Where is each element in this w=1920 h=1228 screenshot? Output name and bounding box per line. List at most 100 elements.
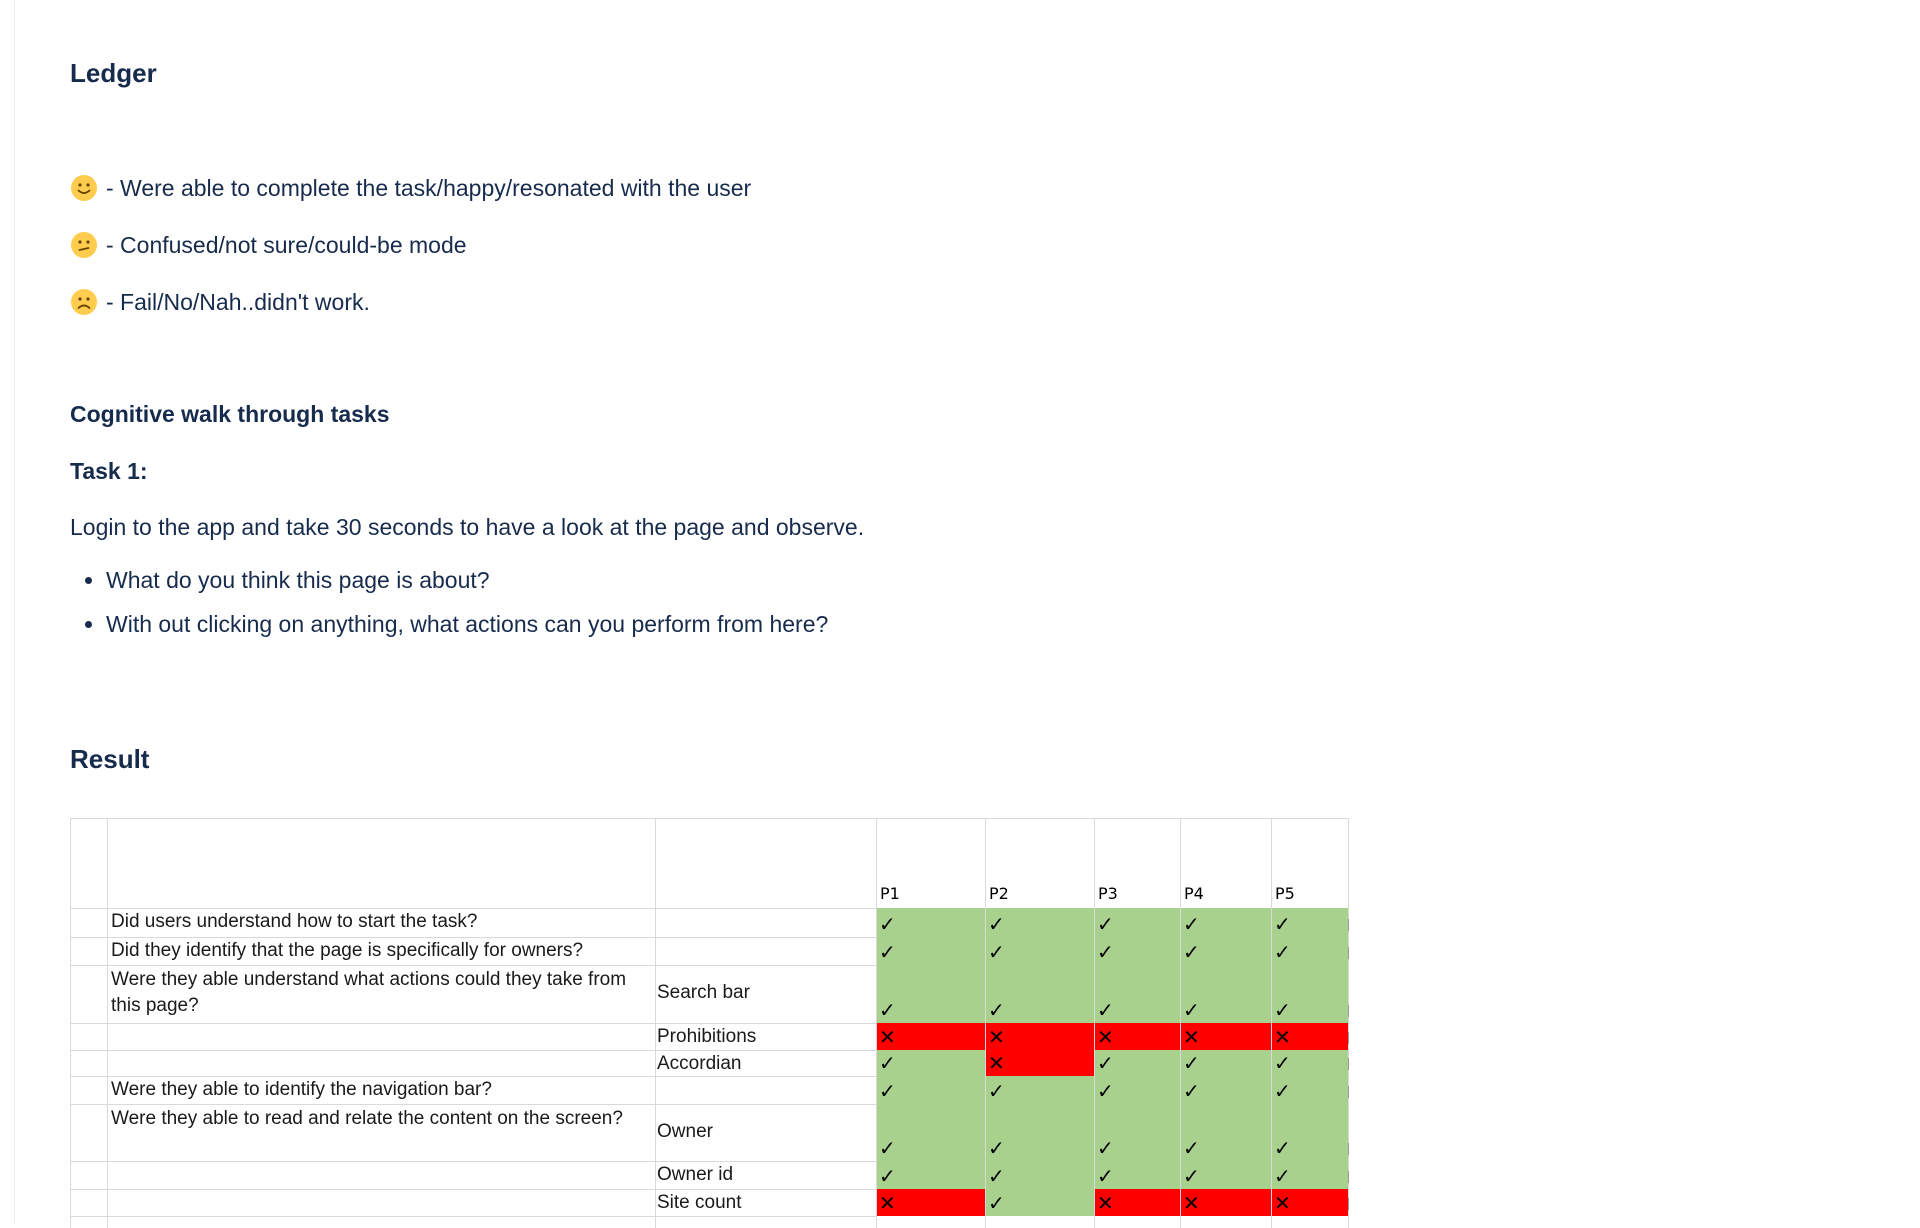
check-mark: ✓ xyxy=(988,940,1005,964)
cross-mark: ✕ xyxy=(988,1051,1005,1075)
cross-mark: ✕ xyxy=(1097,1191,1114,1215)
subitem-cell: Accordian xyxy=(657,1053,742,1074)
participant-header: P1 xyxy=(880,884,900,903)
grid-line xyxy=(1094,818,1095,1228)
check-mark: ✓ xyxy=(879,1079,896,1103)
check-mark: ✓ xyxy=(879,1164,896,1188)
check-mark: ✓ xyxy=(1274,1079,1291,1103)
check-mark: ✓ xyxy=(988,1079,1005,1103)
grid-line xyxy=(70,1216,876,1217)
check-mark: ✓ xyxy=(879,912,896,936)
check-mark: ✓ xyxy=(1097,1136,1114,1160)
sheet-edge-tick xyxy=(1348,1005,1349,1017)
task1-description: Login to the app and take 30 seconds to … xyxy=(70,514,865,540)
sheet-edge-tick xyxy=(1348,1086,1349,1098)
check-mark: ✓ xyxy=(1097,1164,1114,1188)
participant-header: P5 xyxy=(1275,884,1295,903)
check-mark: ✓ xyxy=(1274,940,1291,964)
question-cell: Were they able to read and relate the co… xyxy=(111,1108,623,1129)
grid-line xyxy=(70,1161,876,1162)
sheet-edge-tick xyxy=(1348,1058,1349,1070)
check-mark: ✓ xyxy=(988,1136,1005,1160)
sheet-edge-tick xyxy=(1348,919,1349,931)
cross-mark: ✕ xyxy=(879,1191,896,1215)
check-mark: ✓ xyxy=(1097,998,1114,1022)
subitem-cell: Prohibitions xyxy=(657,1026,757,1047)
tasks-heading: Cognitive walk through tasks xyxy=(70,401,390,427)
task1-question: With out clicking on anything, what acti… xyxy=(106,602,828,646)
check-mark: ✓ xyxy=(1183,998,1200,1022)
check-mark: ✓ xyxy=(988,998,1005,1022)
sheet-edge-tick xyxy=(1348,1032,1349,1044)
grid-line xyxy=(70,818,71,1228)
check-mark: ✓ xyxy=(1274,1164,1291,1188)
legend-fail-text: - Fail/No/Nah..didn't work. xyxy=(106,288,370,315)
legend-confused-text: - Confused/not sure/could-be mode xyxy=(106,231,467,258)
task1-question: What do you think this page is about? xyxy=(106,558,828,602)
sheet-edge-tick xyxy=(1348,1143,1349,1155)
participant-header: P4 xyxy=(1184,884,1204,903)
question-cell: Were they able to identify the navigatio… xyxy=(111,1079,492,1100)
ledger-heading: Ledger xyxy=(70,58,157,88)
legend-happy: - Were able to complete the task/happy/r… xyxy=(70,174,751,202)
check-mark: ✓ xyxy=(1183,1051,1200,1075)
result-heading: Result xyxy=(70,744,150,774)
check-mark: ✓ xyxy=(1183,1079,1200,1103)
check-mark: ✓ xyxy=(1274,998,1291,1022)
question-cell: Did users understand how to start the ta… xyxy=(111,911,478,932)
check-mark: ✓ xyxy=(988,1164,1005,1188)
legend-fail: - Fail/No/Nah..didn't work. xyxy=(70,288,370,316)
question-cell: Were they able understand what actions c… xyxy=(111,969,627,1016)
grid-line xyxy=(1180,818,1181,1228)
grid-line xyxy=(655,818,656,1228)
question-cell: Did they identify that the page is speci… xyxy=(111,940,584,961)
cross-mark: ✕ xyxy=(1183,1025,1200,1049)
grid-line xyxy=(876,818,877,1228)
page-left-border xyxy=(14,0,15,1224)
check-mark: ✓ xyxy=(879,940,896,964)
check-mark: ✓ xyxy=(1097,1051,1114,1075)
check-mark: ✓ xyxy=(1274,912,1291,936)
result-spreadsheet: P1 P2 P3 P4 P5 Did users understand how to st… xyxy=(70,818,1350,1228)
frowning-face-icon xyxy=(71,289,97,315)
sheet-edge-tick xyxy=(1348,1198,1349,1210)
task1-heading: Task 1: xyxy=(70,458,148,484)
participant-header: P2 xyxy=(989,884,1009,903)
sheet-edge-tick xyxy=(1348,947,1349,959)
subitem-cell: Site count xyxy=(657,1192,742,1213)
check-mark: ✓ xyxy=(988,912,1005,936)
sheet-edge-tick xyxy=(1348,1171,1349,1183)
check-mark: ✓ xyxy=(1274,1051,1291,1075)
check-mark: ✓ xyxy=(1183,912,1200,936)
participant-header: P3 xyxy=(1098,884,1118,903)
subitem-cell: Search bar xyxy=(657,982,750,1003)
cross-mark: ✕ xyxy=(1274,1025,1291,1049)
check-mark: ✓ xyxy=(1097,1079,1114,1103)
check-mark: ✓ xyxy=(1183,940,1200,964)
legend-happy-text: - Were able to complete the task/happy/r… xyxy=(106,174,752,201)
cross-mark: ✕ xyxy=(1183,1191,1200,1215)
grid-line xyxy=(70,818,1348,819)
check-mark: ✓ xyxy=(879,1051,896,1075)
grid-line xyxy=(107,818,108,1228)
check-mark: ✓ xyxy=(1097,940,1114,964)
slightly-smiling-face-icon xyxy=(71,175,97,201)
cross-mark: ✕ xyxy=(879,1025,896,1049)
check-mark: ✓ xyxy=(879,998,896,1022)
confused-face-icon xyxy=(71,232,97,258)
check-mark: ✓ xyxy=(1274,1136,1291,1160)
grid-line xyxy=(985,818,986,1228)
check-mark: ✓ xyxy=(1183,1164,1200,1188)
cross-mark: ✕ xyxy=(1274,1191,1291,1215)
legend-confused: - Confused/not sure/could-be mode xyxy=(70,231,467,259)
grid-line xyxy=(70,1023,876,1024)
grid-line xyxy=(70,1104,876,1105)
grid-line xyxy=(1271,818,1272,1228)
grid-line xyxy=(70,1189,876,1190)
task1-question-list: What do you think this page is about? Wi… xyxy=(70,558,828,646)
grid-line xyxy=(1348,818,1349,1228)
subitem-cell: Owner xyxy=(657,1121,713,1142)
check-mark: ✓ xyxy=(879,1136,896,1160)
subitem-cell: Owner id xyxy=(657,1164,734,1185)
cross-mark: ✕ xyxy=(1097,1025,1114,1049)
